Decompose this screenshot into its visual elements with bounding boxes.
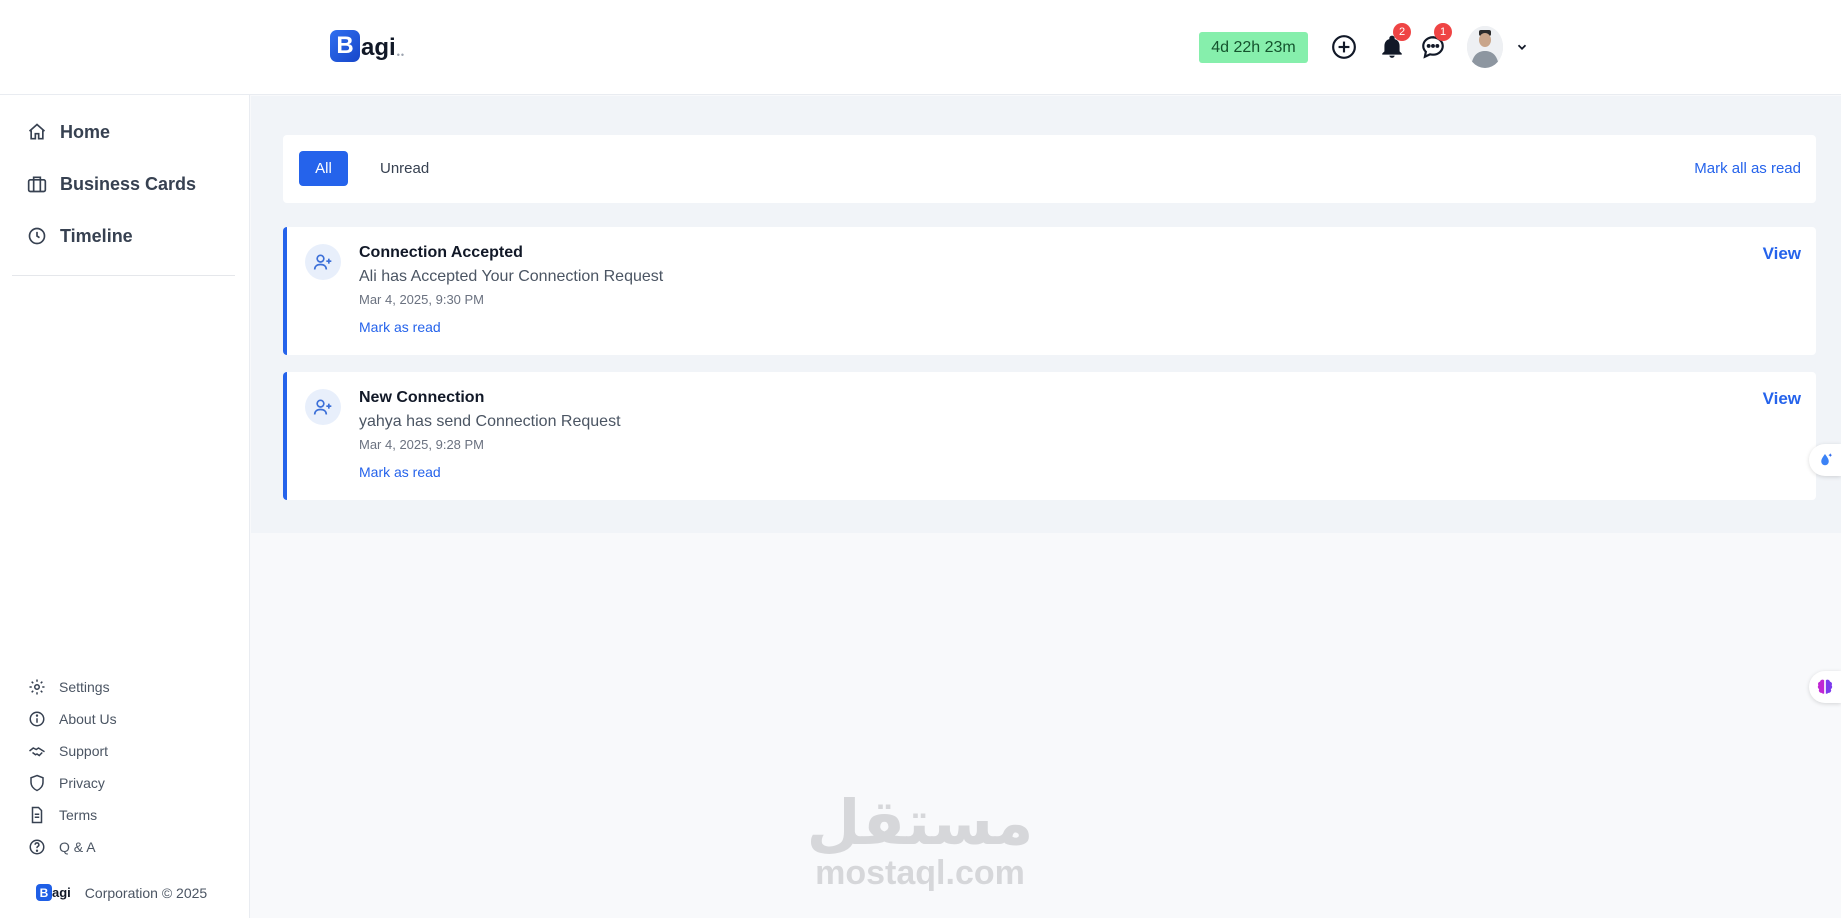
sidebar-link-settings[interactable]: Settings xyxy=(26,676,110,698)
sidebar-link-label: Settings xyxy=(59,679,110,695)
countdown-timer: 4d 22h 23m xyxy=(1199,32,1308,63)
watermark-latin: mostaql.com xyxy=(815,854,1025,892)
mini-logo-letter: B xyxy=(36,884,52,901)
chevron-down-icon xyxy=(1517,44,1527,50)
notification-title: Connection Accepted xyxy=(359,244,523,261)
app-logo[interactable]: B agi •• xyxy=(330,30,405,62)
filter-tab-all[interactable]: All xyxy=(299,151,348,186)
info-icon xyxy=(26,708,48,730)
sidebar-link-qa[interactable]: Q & A xyxy=(26,836,96,858)
mark-as-read-link[interactable]: Mark as read xyxy=(359,319,441,335)
mark-all-read-link[interactable]: Mark all as read xyxy=(1694,151,1801,186)
messages-button[interactable]: 1 xyxy=(1418,23,1452,62)
user-plus-icon xyxy=(305,244,341,280)
watermark-arabic: مستقل xyxy=(806,786,1034,859)
shield-icon xyxy=(26,772,48,794)
sidebar-link-label: Support xyxy=(59,743,109,759)
sidebar-item-label: Business Cards xyxy=(60,173,197,194)
sidebar-item-business-cards[interactable]: Business Cards xyxy=(26,169,196,199)
notification-title: New Connection xyxy=(359,389,485,406)
sidebar-link-label: Privacy xyxy=(59,775,105,791)
sidebar-item-timeline[interactable]: Timeline xyxy=(26,221,133,251)
plus-circle-icon xyxy=(1332,35,1356,59)
sidebar-link-label: About Us xyxy=(59,711,117,727)
copyright-text: Corporation © 2025 xyxy=(84,884,208,901)
add-button[interactable] xyxy=(1329,32,1359,62)
sidebar: Home Business Cards Timeline Settings Ab… xyxy=(0,95,250,918)
sidebar-item-label: Timeline xyxy=(60,225,133,246)
view-link[interactable]: View xyxy=(1763,244,1801,264)
mini-logo-text: agi xyxy=(52,885,71,900)
logo-letter: B xyxy=(330,30,360,62)
sidebar-link-label: Q & A xyxy=(59,839,96,855)
sidebar-divider xyxy=(12,275,235,276)
sidebar-link-label: Terms xyxy=(59,807,98,823)
watermark: مستقل mostaql.com xyxy=(800,786,1040,892)
sidebar-link-support[interactable]: Support xyxy=(26,740,108,762)
assistant-float-button[interactable] xyxy=(1809,444,1841,476)
profile-menu-toggle[interactable] xyxy=(1512,37,1532,57)
notification-filter-bar: All Unread Mark all as read xyxy=(283,135,1816,203)
message-count-badge: 1 xyxy=(1434,23,1452,41)
sidebar-item-label: Home xyxy=(60,121,111,142)
notifications-button[interactable]: 2 xyxy=(1377,23,1411,62)
filter-tab-unread[interactable]: Unread xyxy=(380,151,429,186)
gear-icon xyxy=(26,676,48,698)
notification-card: New Connection yahya has send Connection… xyxy=(283,372,1816,500)
home-icon xyxy=(26,121,48,143)
handshake-icon xyxy=(26,740,48,762)
mini-logo: B agi xyxy=(36,884,71,901)
mark-as-read-link[interactable]: Mark as read xyxy=(359,464,441,480)
sparkle-drop-icon xyxy=(1821,453,1833,466)
brain-icon xyxy=(1817,679,1833,694)
document-icon xyxy=(26,804,48,826)
sidebar-link-terms[interactable]: Terms xyxy=(26,804,97,826)
user-avatar[interactable] xyxy=(1467,26,1503,68)
top-header: B agi •• 4d 22h 23m 2 1 xyxy=(0,0,1841,95)
sidebar-link-privacy[interactable]: Privacy xyxy=(26,772,105,794)
notification-time: Mar 4, 2025, 9:28 PM xyxy=(359,437,485,452)
question-icon xyxy=(26,836,48,858)
clock-icon xyxy=(26,225,48,247)
notification-count-badge: 2 xyxy=(1393,23,1411,41)
logo-text: agi xyxy=(361,34,396,61)
ai-brain-float-button[interactable] xyxy=(1809,671,1841,703)
avatar-image xyxy=(1467,26,1503,68)
sidebar-link-about-us[interactable]: About Us xyxy=(26,708,117,730)
view-link[interactable]: View xyxy=(1763,389,1801,409)
sidebar-item-home[interactable]: Home xyxy=(26,117,110,147)
briefcase-icon xyxy=(26,173,48,195)
notification-body: Ali has Accepted Your Connection Request xyxy=(359,268,664,285)
notification-time: Mar 4, 2025, 9:30 PM xyxy=(359,292,485,307)
user-plus-icon xyxy=(305,389,341,425)
notification-card: Connection Accepted Ali has Accepted You… xyxy=(283,227,1816,355)
notification-body: yahya has send Connection Request xyxy=(359,413,621,430)
sidebar-footer: B agi Corporation © 2025 xyxy=(36,884,207,901)
logo-dots: •• xyxy=(396,50,405,60)
